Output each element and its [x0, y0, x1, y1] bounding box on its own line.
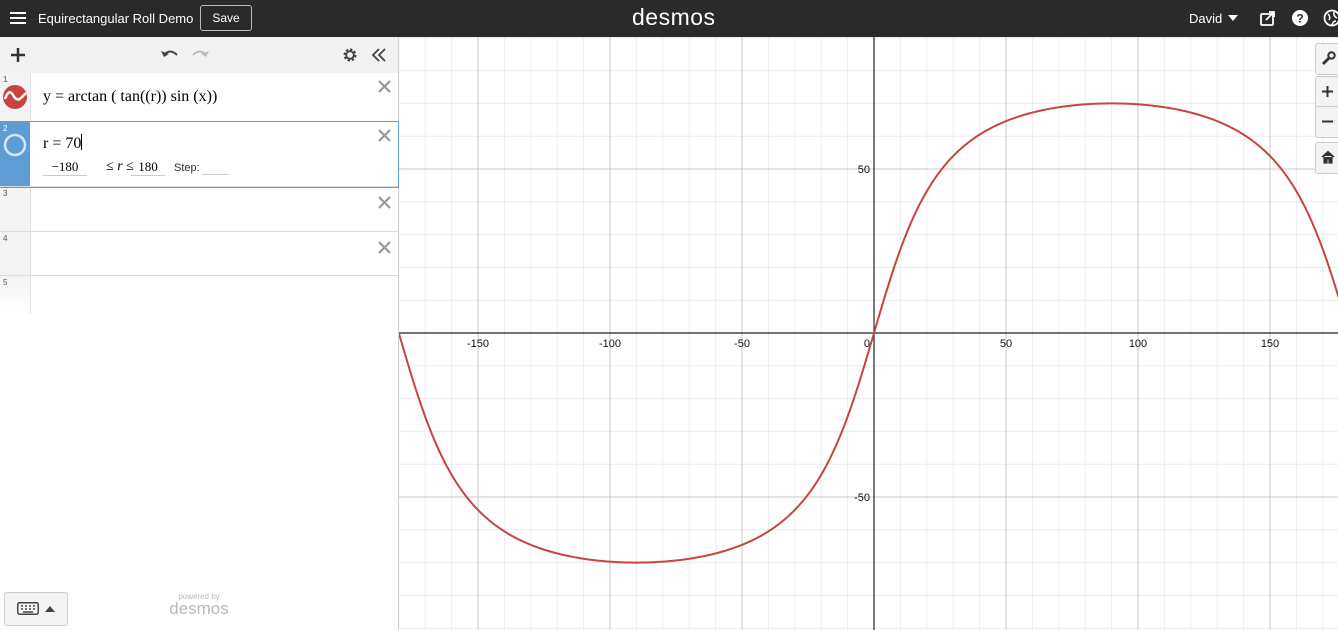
expression-row[interactable]: 4 [0, 232, 398, 276]
slider-step-input[interactable] [202, 160, 229, 175]
user-name: David [1189, 11, 1223, 26]
expression-row[interactable]: 5 [0, 276, 398, 314]
expression-toolbar [0, 37, 398, 74]
slider-expression[interactable]: r = 70 [43, 134, 83, 153]
wrench-icon [1322, 51, 1336, 65]
slider-variable: r [43, 135, 49, 152]
x-tick-label: -150 [467, 338, 489, 350]
expression-index: 5 [3, 278, 8, 287]
x-tick-label: 150 [1261, 338, 1279, 350]
help-icon[interactable]: ? [1291, 9, 1309, 27]
zoom-out-button[interactable] [1315, 106, 1338, 138]
x-tick-label: 50 [1000, 338, 1012, 350]
expression-index: 3 [3, 189, 8, 198]
top-bar: Equirectangular Roll Demo Save desmos Da… [0, 0, 1338, 37]
redo-icon[interactable] [190, 47, 210, 63]
expression-formula[interactable]: y = arctan ( tan((r)) sin (x)) [43, 88, 217, 106]
expression-row[interactable]: 2 r = 70 −180 ≤ r ≤ 180 Step: [0, 121, 399, 188]
slider-min-input[interactable]: −180 [43, 159, 87, 176]
graph-canvas[interactable]: -150 -100 -50 0 50 100 15050-50 [399, 37, 1338, 630]
undo-icon[interactable] [160, 47, 180, 63]
expression-row[interactable]: 1 y = arctan ( tan((r)) sin (x)) [0, 73, 398, 122]
text-cursor [81, 134, 83, 150]
x-tick-label: -100 [599, 338, 621, 350]
delete-expression-icon[interactable] [377, 128, 392, 143]
add-item-icon[interactable] [10, 47, 26, 63]
chevron-up-icon [45, 606, 55, 612]
gear-icon[interactable] [342, 47, 358, 63]
expression-index: 4 [3, 234, 8, 243]
delete-expression-icon[interactable] [377, 79, 392, 94]
chevron-down-icon [1228, 15, 1239, 21]
expression-index: 2 [3, 124, 8, 133]
expression-tab[interactable]: 4 [0, 232, 31, 275]
axes [399, 37, 1338, 630]
default-viewport-button[interactable] [1315, 142, 1338, 174]
user-menu[interactable]: David [1189, 11, 1239, 26]
expression-tab[interactable]: 2 [0, 122, 30, 186]
powered-by-brand: desmos [169, 599, 229, 618]
language-icon[interactable] [1323, 9, 1338, 27]
slider-bounds-label: ≤ r ≤ [106, 159, 134, 174]
powered-by-desmos[interactable]: powered by desmos [166, 592, 232, 618]
keypad-toggle-button[interactable] [4, 592, 68, 626]
zoom-in-button[interactable] [1315, 76, 1338, 108]
graph-line-icon[interactable] [2, 84, 28, 110]
expression-index: 1 [3, 75, 8, 84]
save-button[interactable]: Save [200, 5, 252, 31]
expression-panel: 1 y = arctan ( tan((r)) sin (x)) 2 r = 7… [0, 37, 399, 630]
graph-title[interactable]: Equirectangular Roll Demo [38, 11, 193, 26]
y-tick-label: -50 [854, 492, 870, 504]
collapse-list-icon[interactable] [371, 47, 387, 63]
slider-step-label: Step: [174, 162, 200, 174]
graph-settings-button[interactable] [1315, 43, 1338, 75]
x-tick-label: -50 [734, 338, 750, 350]
x-tick-label: 100 [1129, 338, 1147, 350]
svg-text:?: ? [1296, 12, 1303, 26]
expression-tab[interactable]: 3 [0, 187, 31, 231]
slider-visibility-icon[interactable] [3, 133, 27, 157]
expression-tab[interactable]: 1 [0, 73, 31, 121]
delete-expression-icon[interactable] [377, 195, 392, 210]
slider-bound-variable: r [117, 159, 123, 174]
expression-tab[interactable]: 5 [0, 276, 31, 314]
y-tick-label: 50 [858, 164, 870, 176]
delete-expression-icon[interactable] [377, 240, 392, 255]
home-icon [1321, 150, 1335, 164]
plus-icon [1322, 86, 1333, 97]
keyboard-icon [17, 602, 39, 615]
slider-value[interactable]: 70 [65, 135, 81, 152]
expression-row[interactable]: 3 [0, 187, 398, 232]
share-icon[interactable] [1259, 9, 1277, 27]
minus-icon [1322, 120, 1333, 123]
desmos-logo: desmos [632, 4, 716, 30]
slider-max-input[interactable]: 180 [131, 159, 165, 176]
menu-icon[interactable] [10, 10, 26, 26]
